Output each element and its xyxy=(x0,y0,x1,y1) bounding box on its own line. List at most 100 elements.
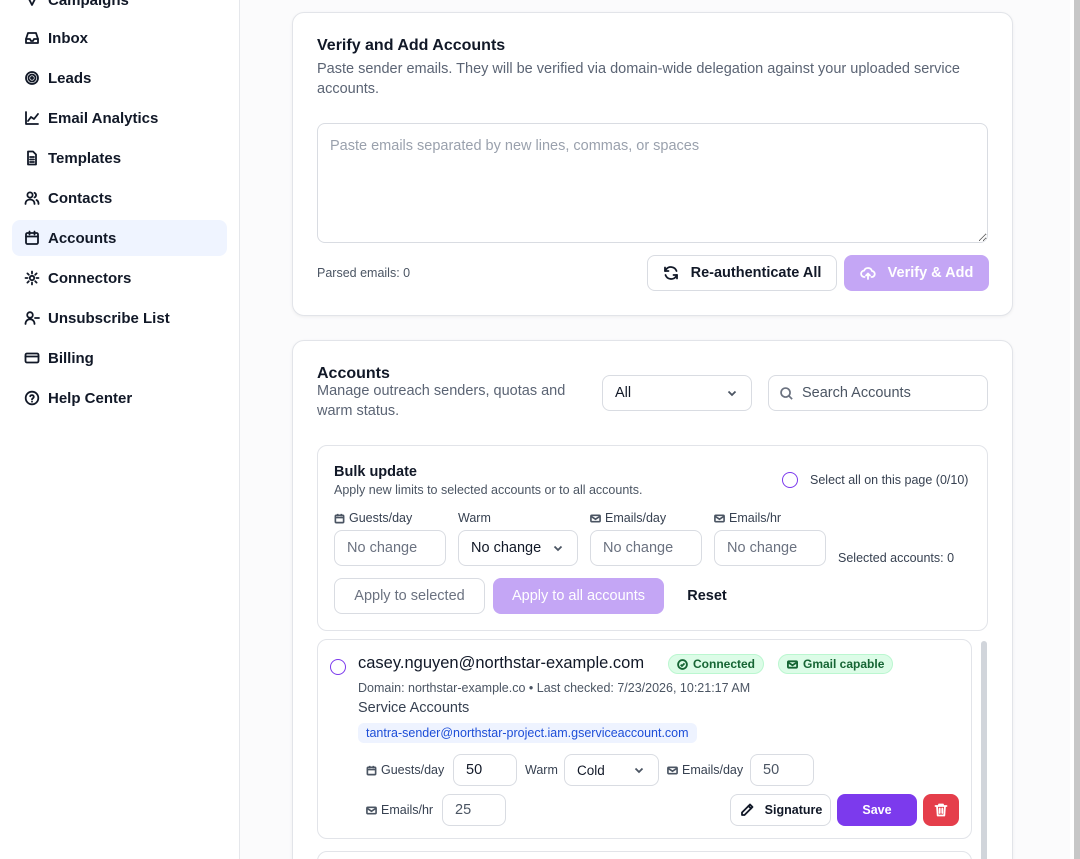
chevron-down-icon xyxy=(725,386,739,400)
cloud-upload-icon xyxy=(859,265,876,281)
sidebar-item-campaigns[interactable]: Campaigns xyxy=(12,0,227,18)
row-guests-label: Guests/day xyxy=(366,763,444,777)
account-row: casey.nguyen@northstar-example.com Conne… xyxy=(317,639,972,839)
search-accounts-input[interactable] xyxy=(802,385,972,401)
sidebar-item-inbox[interactable]: Inbox xyxy=(12,20,227,56)
bulk-update-subtitle: Apply new limits to selected accounts or… xyxy=(334,483,643,497)
inbox-icon xyxy=(24,30,40,46)
pencil-icon xyxy=(739,802,755,818)
accounts-card: Accounts Manage outreach senders, quotas… xyxy=(292,340,1013,859)
user-minus-icon xyxy=(24,310,40,326)
reset-button[interactable]: Reset xyxy=(674,578,740,614)
row-warm-select[interactable]: Cold xyxy=(564,754,659,786)
page-scrollbar[interactable] xyxy=(1074,0,1080,859)
sidebar-item-label: Billing xyxy=(48,349,94,367)
bulk-warm-select[interactable]: No change xyxy=(458,530,578,566)
sidebar-item-label: Accounts xyxy=(48,229,117,247)
selected-accounts-count: Selected accounts: 0 xyxy=(838,551,955,565)
verify-title: Verify and Add Accounts xyxy=(317,37,506,54)
account-email: casey.nguyen@northstar-example.com xyxy=(358,654,645,672)
row-emails-day-input[interactable] xyxy=(750,754,814,786)
mail-icon xyxy=(714,513,729,524)
status-badge: Connected xyxy=(668,654,765,674)
sidebar-item-label: Contacts xyxy=(48,189,113,207)
bulk-guests-label: Guests/day xyxy=(334,511,412,525)
help-circle-icon xyxy=(24,390,40,406)
bulk-update-title: Bulk update xyxy=(334,464,417,480)
signature-button[interactable]: Signature xyxy=(730,794,831,826)
sidebar-item-label: Email Analytics xyxy=(48,109,159,127)
users-icon xyxy=(24,190,40,206)
sidebar-item-label: Templates xyxy=(48,149,122,167)
search-accounts-box[interactable] xyxy=(768,375,988,411)
bulk-update-panel: Bulk update Apply new limits to selected… xyxy=(317,445,988,631)
search-icon xyxy=(779,386,794,401)
calendar-icon xyxy=(366,765,381,776)
sidebar-item-label: Connectors xyxy=(48,269,132,287)
status-filter-select[interactable]: All xyxy=(602,375,752,411)
save-button[interactable]: Save xyxy=(837,794,917,826)
chevron-down-icon xyxy=(632,763,646,777)
mail-icon xyxy=(366,805,381,816)
document-icon xyxy=(24,150,40,166)
sidebar: Campaigns Inbox Leads Email Analytics Te… xyxy=(0,0,240,859)
account-meta: Domain: northstar-example.co • Last chec… xyxy=(358,681,751,695)
account-select-radio[interactable] xyxy=(330,659,346,675)
sidebar-item-help-center[interactable]: Help Center xyxy=(12,380,227,416)
check-circle-icon xyxy=(677,658,693,670)
parsed-count: Parsed emails: 0 xyxy=(317,266,411,280)
sidebar-item-contacts[interactable]: Contacts xyxy=(12,180,227,216)
target-icon xyxy=(24,70,40,86)
verify-subtitle: Paste sender emails. They will be verifi… xyxy=(317,61,960,97)
verify-add-button[interactable]: Verify & Add xyxy=(844,255,989,291)
sidebar-item-unsubscribe-list[interactable]: Unsubscribe List xyxy=(12,300,227,336)
sidebar-item-accounts[interactable]: Accounts xyxy=(12,220,227,256)
credit-card-icon xyxy=(24,350,40,366)
bulk-emails-day-label: Emails/day xyxy=(590,511,666,525)
service-accounts-title: Service Accounts xyxy=(358,700,470,716)
mail-icon xyxy=(667,765,682,776)
chevron-down-icon xyxy=(551,541,565,555)
row-guests-input[interactable] xyxy=(453,754,517,786)
sidebar-item-billing[interactable]: Billing xyxy=(12,340,227,376)
bulk-warm-label: Warm xyxy=(458,511,491,525)
delete-button[interactable] xyxy=(923,794,959,826)
account-row-next xyxy=(317,851,972,859)
campaigns-icon xyxy=(24,0,40,8)
emails-textarea[interactable] xyxy=(317,123,988,243)
row-emails-day-label: Emails/day xyxy=(667,763,743,777)
accounts-subtitle: Manage outreach senders, quotas and warm… xyxy=(317,383,566,419)
select-all-label[interactable]: Select all on this page (0/10) xyxy=(810,473,968,487)
verify-card: Verify and Add Accounts Paste sender ema… xyxy=(292,12,1013,316)
chart-line-icon xyxy=(24,110,40,126)
sidebar-item-email-analytics[interactable]: Email Analytics xyxy=(12,100,227,136)
account-list-scrollbar[interactable] xyxy=(981,641,987,859)
reauthenticate-all-button[interactable]: Re-authenticate All xyxy=(647,255,837,291)
apply-to-all-button[interactable]: Apply to all accounts xyxy=(493,578,664,614)
gear-icon xyxy=(24,270,40,286)
bulk-emails-hr-input[interactable] xyxy=(714,530,826,566)
apply-to-selected-button[interactable]: Apply to selected xyxy=(334,578,485,614)
sidebar-item-connectors[interactable]: Connectors xyxy=(12,260,227,296)
main-content: Verify and Add Accounts Paste sender ema… xyxy=(240,0,1070,859)
sidebar-item-label: Unsubscribe List xyxy=(48,309,170,327)
row-emails-hr-label: Emails/hr xyxy=(366,803,433,817)
trash-icon xyxy=(933,802,949,818)
sidebar-item-label: Campaigns xyxy=(48,0,129,9)
sidebar-item-label: Inbox xyxy=(48,29,88,47)
mail-icon xyxy=(590,513,605,524)
sidebar-item-templates[interactable]: Templates xyxy=(12,140,227,176)
select-all-radio[interactable] xyxy=(782,472,798,488)
sidebar-item-label: Leads xyxy=(48,69,92,87)
sidebar-item-label: Help Center xyxy=(48,389,133,407)
sidebar-item-leads[interactable]: Leads xyxy=(12,60,227,96)
row-emails-hr-input[interactable] xyxy=(442,794,506,826)
calendar-icon xyxy=(334,513,349,524)
calendar-icon xyxy=(24,230,40,246)
refresh-icon xyxy=(663,265,679,281)
capability-badge: Gmail capable xyxy=(778,654,894,674)
bulk-guests-input[interactable] xyxy=(334,530,446,566)
bulk-emails-hr-label: Emails/hr xyxy=(714,511,781,525)
bulk-emails-day-input[interactable] xyxy=(590,530,702,566)
service-account-chip: tantra-sender@northstar-project.iam.gser… xyxy=(358,723,697,743)
